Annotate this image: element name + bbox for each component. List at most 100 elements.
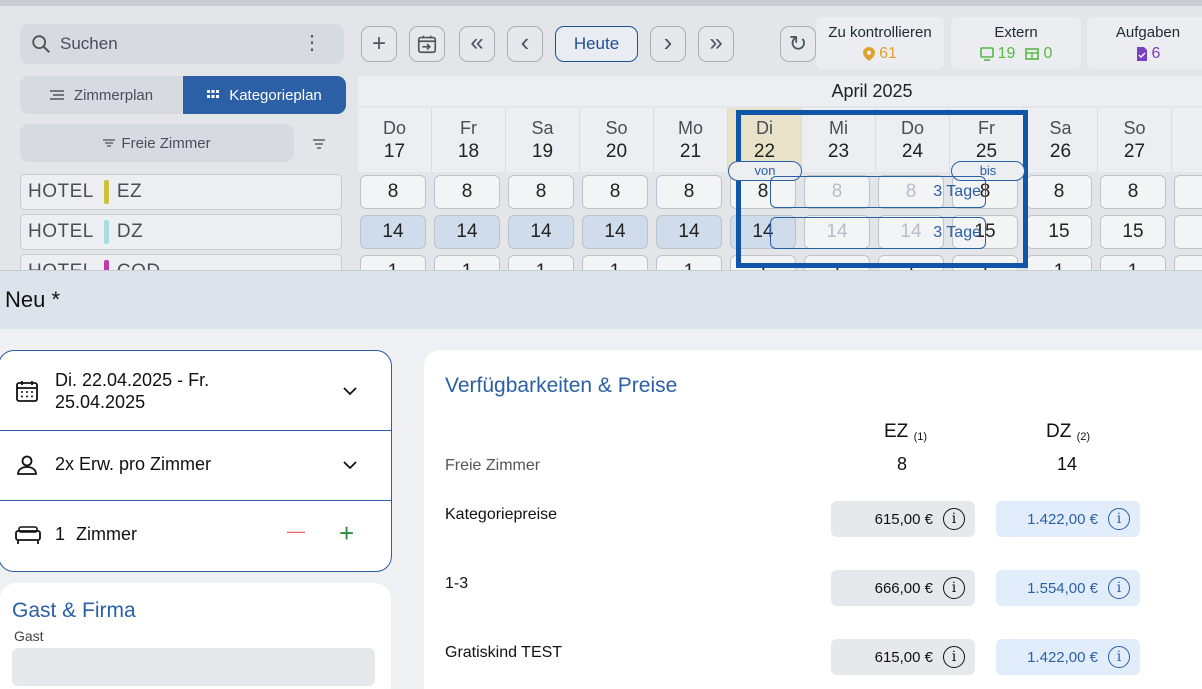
availability-cell[interactable]: 8 [1026, 175, 1092, 209]
ez-range-selection[interactable]: 3 Tage [770, 176, 986, 208]
freie-zimmer-label: Freie Zimmer [121, 134, 211, 152]
column-ez: EZ (1) [884, 421, 927, 443]
availability-cell[interactable]: 14 [360, 215, 426, 249]
availability-cell[interactable] [1174, 215, 1202, 249]
availability-cell[interactable]: 1 [508, 255, 574, 270]
availability-cell[interactable]: 8 [508, 175, 574, 209]
availability-prices-card: Verfügbarkeiten & Preise EZ (1) DZ (2) F… [424, 350, 1202, 689]
bed-icon [15, 526, 41, 544]
category-row-dz[interactable]: HOTEL DZ [20, 214, 342, 250]
more-vert-icon[interactable]: ⋮ [302, 32, 322, 54]
search-input[interactable]: Suchen ⋮ [20, 24, 344, 64]
availability-cell[interactable]: 1 [1026, 255, 1092, 270]
guests-selector[interactable]: 2x Erw. pro Zimmer [0, 447, 391, 483]
category-row-cod[interactable]: HOTEL COD [20, 254, 342, 270]
rate-name: 1-3 [445, 575, 469, 592]
zimmerplan-tab[interactable]: Zimmerplan [20, 76, 183, 114]
day-column-header[interactable]: Mo 21 [654, 108, 728, 172]
availability-prices-title: Verfügbarkeiten & Preise [445, 374, 678, 397]
minus-button[interactable]: — [287, 521, 305, 542]
add-button[interactable]: + [361, 26, 397, 62]
availability-cell[interactable] [1174, 175, 1202, 209]
plus-button[interactable]: + [339, 518, 354, 549]
day-column-header[interactable]: Fr 18 [432, 108, 506, 172]
weekday-label: Do [382, 118, 406, 138]
search-placeholder: Suchen [60, 34, 118, 53]
info-icon[interactable]: i [1108, 508, 1130, 530]
dz-range-selection[interactable]: 3 Tage [770, 217, 986, 249]
availability-cell[interactable]: 14 [434, 215, 500, 249]
freie-zimmer-sort-button[interactable]: Freie Zimmer [20, 124, 294, 162]
kategorieplan-tab[interactable]: Kategorieplan [183, 76, 346, 114]
availability-cell[interactable]: 15 [1100, 215, 1166, 249]
day-column-header[interactable]: So 27 [1098, 108, 1172, 172]
price-value: 1.554,00 € [1027, 579, 1098, 597]
kpi-title: Extern [994, 24, 1038, 41]
category-color-marker [103, 220, 109, 244]
rate-price-ez[interactable]: 666,00 € i [831, 570, 975, 606]
refresh-icon: ↻ [788, 31, 808, 56]
info-icon[interactable]: i [943, 646, 965, 668]
day-column-header[interactable]: M2 [1172, 108, 1202, 172]
kpi-zu-kontrollieren[interactable]: Zu kontrollieren 61 [816, 17, 944, 69]
planner: Suchen ⋮ + « ‹ Heute › » ↻ Zu kontrollie… [0, 0, 1202, 270]
info-icon[interactable]: i [1108, 646, 1130, 668]
rate-price-ez[interactable]: 615,00 € i [831, 501, 975, 537]
filter-icon[interactable] [312, 138, 326, 150]
hotel-label: HOTEL [28, 221, 94, 242]
gast-input[interactable] [12, 648, 375, 686]
category-row-ez[interactable]: HOTEL EZ [20, 174, 342, 210]
availability-cell[interactable]: 1 [582, 255, 648, 270]
rate-price-ez[interactable]: 615,00 € i [831, 639, 975, 675]
availability-cell[interactable]: 8 [360, 175, 426, 209]
category-color-marker [103, 260, 109, 270]
availability-cell[interactable]: 1 [434, 255, 500, 270]
availability-cell[interactable] [1174, 255, 1202, 270]
rate-price-dz[interactable]: 1.422,00 € i [996, 501, 1140, 537]
next-button[interactable]: › [650, 26, 686, 62]
prev-fast-button[interactable]: « [459, 26, 495, 62]
availability-cell[interactable]: 1 [1100, 255, 1166, 270]
prev-button[interactable]: ‹ [507, 26, 543, 62]
availability-cell[interactable]: 8 [582, 175, 648, 209]
next-fast-button[interactable]: » [698, 26, 734, 62]
info-icon[interactable]: i [943, 577, 965, 599]
today-button[interactable]: Heute [555, 26, 638, 62]
column-dz: DZ (2) [1046, 421, 1090, 443]
info-icon[interactable]: i [1108, 577, 1130, 599]
weekday-label: Fr [460, 118, 477, 138]
info-icon[interactable]: i [943, 508, 965, 530]
weekday-label: Sa [1049, 118, 1072, 138]
date-range-selector[interactable]: Di. 22.04.2025 - Fr. 25.04.2025 [0, 369, 391, 413]
rate-price-dz[interactable]: 1.422,00 € i [996, 639, 1140, 675]
day-column-header[interactable]: Do 17 [358, 108, 432, 172]
availability-cell[interactable]: 1 [656, 255, 722, 270]
availability-cell[interactable]: 8 [656, 175, 722, 209]
day-column-header[interactable]: Sa 19 [506, 108, 580, 172]
day-number: 21 [679, 141, 702, 162]
availability-cell[interactable]: 8 [1100, 175, 1166, 209]
panel-title: Neu * [0, 271, 1202, 329]
column-dz-count: (2) [1076, 431, 1091, 443]
availability-cell[interactable]: 14 [656, 215, 722, 249]
calendar-jump-button[interactable] [409, 26, 445, 62]
rate-price-dz[interactable]: 1.554,00 € i [996, 570, 1140, 606]
list-icon [49, 90, 64, 100]
refresh-button[interactable]: ↻ [780, 26, 816, 62]
day-number: 17 [383, 141, 406, 162]
day-column-header[interactable]: Sa 26 [1024, 108, 1098, 172]
availability-cell[interactable]: 14 [508, 215, 574, 249]
availability-cell[interactable]: 14 [582, 215, 648, 249]
kpi-extern[interactable]: Extern 19 0 [951, 17, 1081, 69]
day-column-header[interactable]: So 20 [580, 108, 654, 172]
kpi-value: 6 [1151, 45, 1161, 62]
day-number: 18 [457, 141, 480, 162]
person-icon [17, 455, 37, 475]
availability-cell[interactable]: 1 [360, 255, 426, 270]
availability-cell[interactable]: 15 [1026, 215, 1092, 249]
availability-cell[interactable]: 8 [434, 175, 500, 209]
rooms-label: Zimmer [76, 524, 137, 544]
table-icon [1025, 48, 1040, 60]
kpi-aufgaben[interactable]: Aufgaben 6 [1087, 17, 1202, 69]
divider [0, 500, 391, 501]
